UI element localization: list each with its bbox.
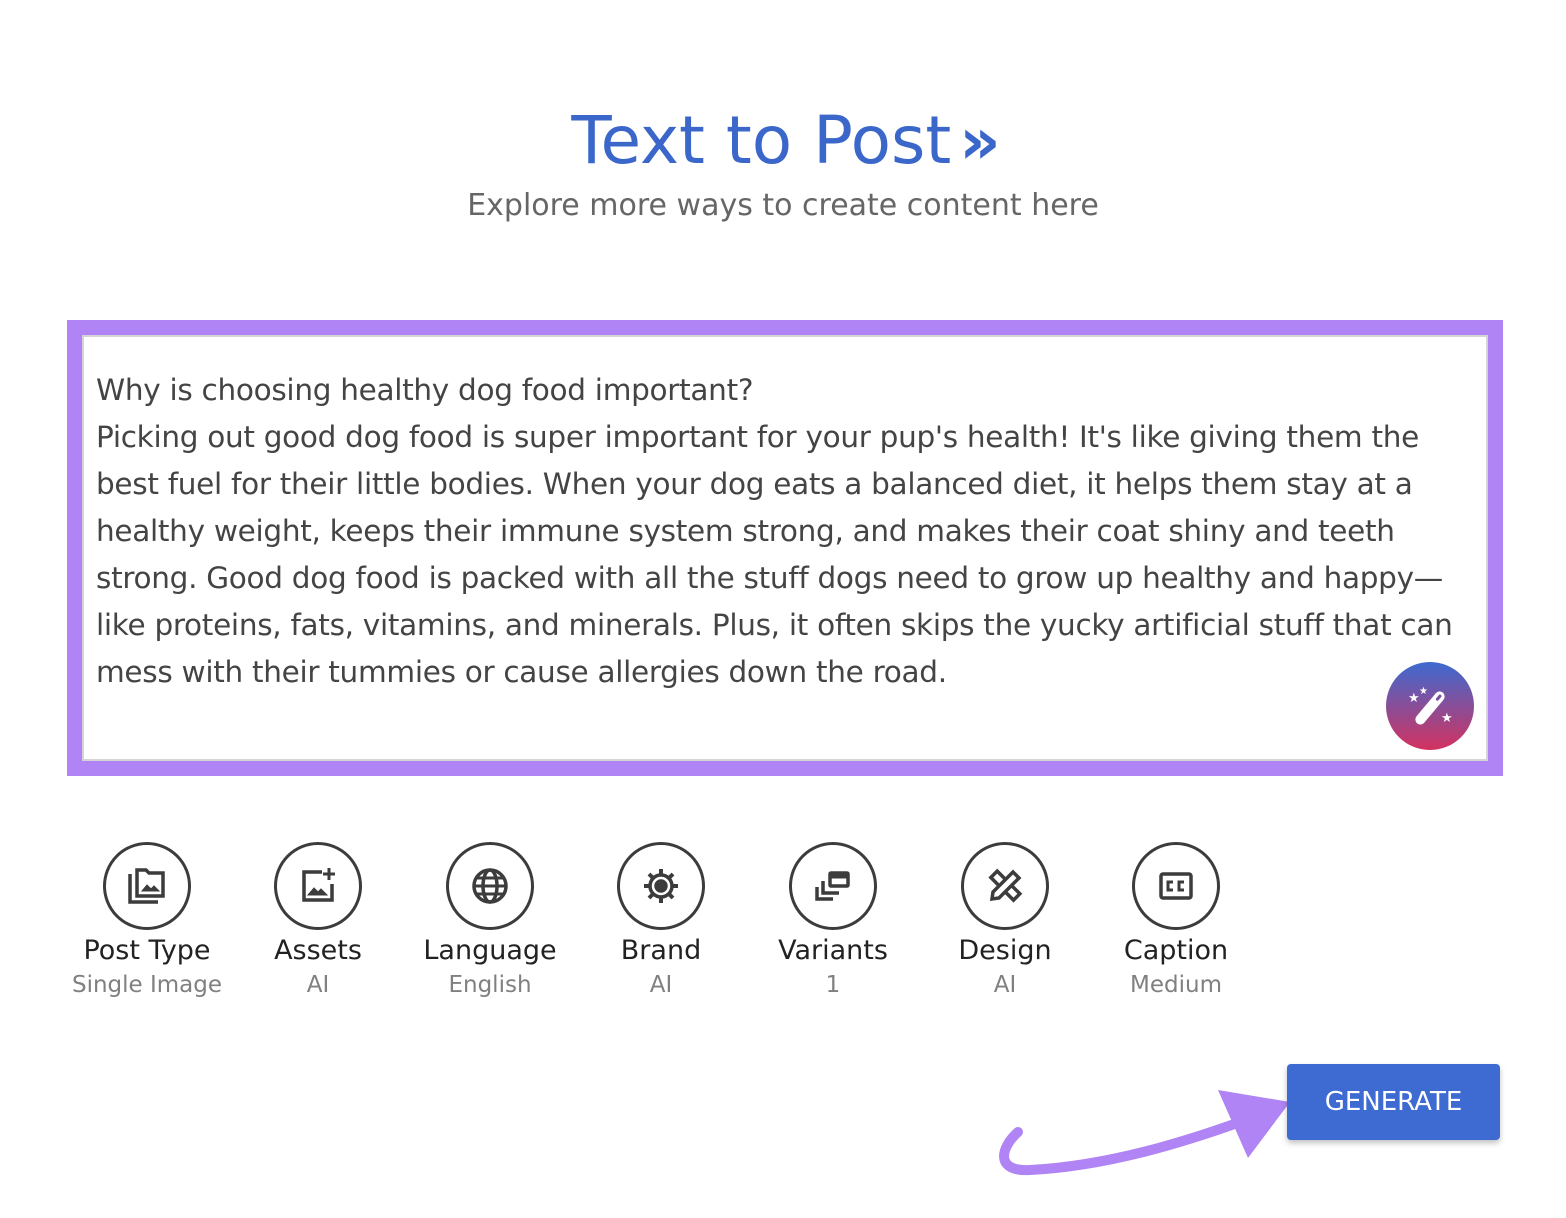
option-value: 1: [825, 972, 841, 998]
option-language[interactable]: Language English: [390, 842, 590, 998]
add-image-icon: [302, 868, 335, 902]
option-label: Brand: [620, 935, 702, 966]
pointer-arrow-graphic: [999, 1090, 1290, 1176]
option-label: Caption: [1123, 935, 1229, 966]
option-design[interactable]: Design AI: [905, 842, 1105, 998]
option-label: Post Type: [83, 935, 211, 966]
page-title: Text to Post»: [0, 98, 1566, 185]
option-label: Variants: [778, 935, 888, 966]
option-post-type[interactable]: Post Type Single Image: [47, 842, 247, 998]
prompt-textarea[interactable]: Why is choosing healthy dog food importa…: [82, 335, 1488, 761]
option-variants[interactable]: Variants 1: [733, 842, 933, 998]
svg-text:★: ★: [1408, 690, 1420, 705]
chevron-right-icon[interactable]: »: [959, 105, 1000, 179]
option-caption[interactable]: Caption Medium: [1076, 842, 1276, 998]
globe-icon: [472, 868, 508, 904]
stacked-windows-icon: [815, 871, 850, 901]
magic-wand-icon: ★ ★★: [1408, 686, 1453, 725]
option-value: English: [448, 972, 532, 998]
gear-icon: [644, 869, 678, 903]
option-label: Assets: [274, 935, 362, 966]
option-value: AI: [649, 972, 673, 998]
svg-text:★: ★: [1441, 710, 1453, 725]
generate-button[interactable]: GENERATE: [1287, 1064, 1500, 1140]
magic-wand-button[interactable]: ★ ★ ★: [1386, 662, 1474, 750]
prompt-text[interactable]: Why is choosing healthy dog food importa…: [96, 367, 1476, 696]
closed-caption-icon: [1159, 872, 1193, 900]
option-value: AI: [306, 972, 330, 998]
option-label: Language: [423, 935, 557, 966]
option-assets[interactable]: Assets AI: [218, 842, 418, 998]
svg-text:★: ★: [1419, 686, 1428, 697]
title-text: Text to Post: [571, 102, 952, 179]
option-value: Single Image: [71, 972, 223, 998]
image-folder-icon: [128, 868, 165, 904]
option-brand[interactable]: Brand AI: [561, 842, 761, 998]
ruler-pencil-icon: [988, 868, 1023, 903]
option-value: AI: [993, 972, 1017, 998]
option-value: Medium: [1130, 972, 1222, 998]
option-label: Design: [958, 935, 1052, 966]
subtitle[interactable]: Explore more ways to create content here: [0, 188, 1566, 223]
prompt-highlight-frame: Why is choosing healthy dog food importa…: [67, 320, 1503, 776]
